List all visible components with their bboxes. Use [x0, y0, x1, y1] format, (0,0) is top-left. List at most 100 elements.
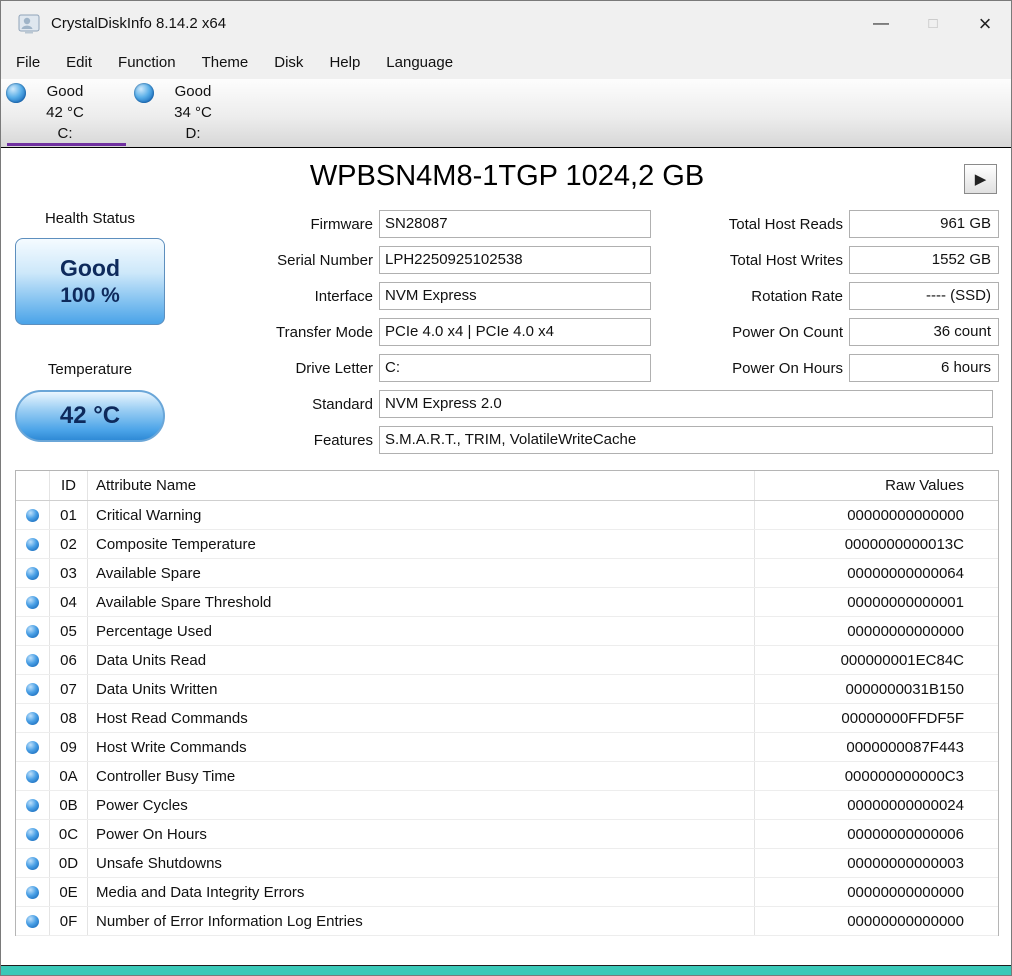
status-cell: [16, 530, 50, 558]
smart-table-row[interactable]: 05 Percentage Used 00000000000000: [16, 617, 998, 646]
attribute-name-cell: Available Spare Threshold: [88, 588, 755, 616]
status-dot-icon: [26, 798, 39, 812]
stats-row: Power On Count 36 count: [729, 318, 999, 346]
menu-item[interactable]: Help: [316, 49, 373, 76]
stats-field-label: Rotation Rate: [751, 287, 843, 305]
app-window: CrystalDiskInfo 8.14.2 x64 — □ × File Edi…: [0, 0, 1012, 976]
maximize-button[interactable]: □: [907, 1, 959, 46]
smart-table-row[interactable]: 07 Data Units Written 0000000031B150: [16, 675, 998, 704]
smart-attribute-table: ID Attribute Name Raw Values 01 Critical…: [15, 470, 999, 936]
info-field-label: Transfer Mode: [276, 323, 373, 341]
status-dot-icon: [26, 653, 39, 667]
smart-table-row[interactable]: 09 Host Write Commands 0000000087F443: [16, 733, 998, 762]
smart-table-row[interactable]: 06 Data Units Read 000000001EC84C: [16, 646, 998, 675]
attribute-id-cell: 0C: [50, 820, 88, 848]
status-cell: [16, 588, 50, 616]
status-dot-icon: [26, 885, 39, 899]
status-cell: [16, 733, 50, 761]
close-button[interactable]: ×: [959, 1, 1011, 46]
drive-tab-c[interactable]: Good 42 °C C:: [1, 79, 129, 147]
status-dot-icon: [26, 624, 39, 638]
smart-table-row[interactable]: 0F Number of Error Information Log Entri…: [16, 907, 998, 936]
menu-item[interactable]: Language: [373, 49, 466, 76]
stats-row: Total Host Reads 961 GB: [729, 210, 999, 238]
attribute-id-cell: 09: [50, 733, 88, 761]
attribute-name-cell: Host Read Commands: [88, 704, 755, 732]
smart-table-row[interactable]: 0E Media and Data Integrity Errors 00000…: [16, 878, 998, 907]
raw-value-cell: 0000000087F443: [846, 739, 964, 756]
smart-table-row[interactable]: 0B Power Cycles 00000000000024: [16, 791, 998, 820]
info-field-value: NVM Express 2.0: [379, 390, 993, 418]
smart-table-row[interactable]: 0A Controller Busy Time 000000000000C3: [16, 762, 998, 791]
status-cell: [16, 501, 50, 529]
smart-table-row[interactable]: 02 Composite Temperature 0000000000013C: [16, 530, 998, 559]
info-row: Features S.M.A.R.T., TRIM, VolatileWrite…: [1, 426, 993, 454]
status-cell: [16, 762, 50, 790]
stats-field-value: 36 count: [849, 318, 999, 346]
menu-item[interactable]: Edit: [53, 49, 105, 76]
status-cell: [16, 617, 50, 645]
drive-letter: D:: [185, 125, 201, 142]
smart-table-body: 01 Critical Warning 00000000000000 02 Co…: [16, 501, 998, 936]
status-dot-icon: [26, 595, 39, 609]
drive-temperature: 34 °C: [174, 104, 212, 121]
status-dot-icon: [26, 682, 39, 696]
smart-table-row[interactable]: 08 Host Read Commands 00000000FFDF5F: [16, 704, 998, 733]
attribute-name-cell: Media and Data Integrity Errors: [88, 878, 755, 906]
attribute-id-cell: 01: [50, 501, 88, 529]
status-cell: [16, 791, 50, 819]
menu-bar: File Edit Function Theme Disk Help Language: [1, 46, 1011, 79]
next-drive-button[interactable]: ▶: [964, 164, 997, 194]
attribute-name-cell: Critical Warning: [88, 501, 755, 529]
stats-field-value: 6 hours: [849, 354, 999, 382]
raw-value-cell: 00000000000001: [847, 594, 964, 611]
disk-status-icon: [6, 83, 26, 103]
status-dot-icon: [26, 711, 39, 725]
status-cell: [16, 907, 50, 935]
status-cell: [16, 849, 50, 877]
menu-item[interactable]: File: [3, 49, 53, 76]
attribute-name-cell: Power On Hours: [88, 820, 755, 848]
smart-table-row[interactable]: 0C Power On Hours 00000000000006: [16, 820, 998, 849]
attribute-name-column-header: Attribute Name: [88, 471, 755, 500]
status-cell: [16, 675, 50, 703]
stats-field-value: 1552 GB: [849, 246, 999, 274]
raw-value-cell: 0000000000013C: [844, 536, 964, 553]
stats-field-value: 961 GB: [849, 210, 999, 238]
info-field-value: SN28087: [379, 210, 651, 238]
smart-table-row[interactable]: 01 Critical Warning 00000000000000: [16, 501, 998, 530]
attribute-id-cell: 08: [50, 704, 88, 732]
drive-tab-strip: Good 42 °C C: Good 34 °C D:: [1, 79, 1011, 147]
smart-table-row[interactable]: 0D Unsafe Shutdowns 00000000000003: [16, 849, 998, 878]
info-field-label: Firmware: [310, 215, 374, 233]
menu-item[interactable]: Theme: [189, 49, 262, 76]
status-dot-icon: [26, 914, 39, 928]
menu-item[interactable]: Function: [105, 49, 189, 76]
attribute-id-cell: 0D: [50, 849, 88, 877]
footer-accent-strip: [1, 965, 1011, 975]
smart-table-row[interactable]: 04 Available Spare Threshold 00000000000…: [16, 588, 998, 617]
drive-tab-d[interactable]: Good 34 °C D:: [129, 79, 257, 147]
minimize-button[interactable]: —: [855, 1, 907, 46]
stats-row: Rotation Rate ---- (SSD): [729, 282, 999, 310]
status-cell: [16, 704, 50, 732]
menu-item[interactable]: Disk: [261, 49, 316, 76]
status-dot-icon: [26, 769, 39, 783]
raw-value-cell: 00000000000000: [847, 507, 964, 524]
info-field-value: NVM Express: [379, 282, 651, 310]
attribute-id-cell: 04: [50, 588, 88, 616]
info-field-value: C:: [379, 354, 651, 382]
smart-table-row[interactable]: 03 Available Spare 00000000000064: [16, 559, 998, 588]
attribute-id-cell: 05: [50, 617, 88, 645]
id-column-header: ID: [50, 471, 88, 500]
attribute-name-cell: Controller Busy Time: [88, 762, 755, 790]
status-dot-icon: [26, 566, 39, 580]
raw-value-cell: 00000000000003: [847, 855, 964, 872]
info-field-label: Serial Number: [277, 251, 373, 269]
raw-value-cell: 00000000000000: [847, 884, 964, 901]
attribute-id-cell: 06: [50, 646, 88, 674]
app-icon: [17, 12, 41, 36]
drive-model-title: WPBSN4M8-1TGP 1024,2 GB: [309, 160, 705, 192]
stats-field-value: ---- (SSD): [849, 282, 999, 310]
disk-status-icon: [134, 83, 154, 103]
